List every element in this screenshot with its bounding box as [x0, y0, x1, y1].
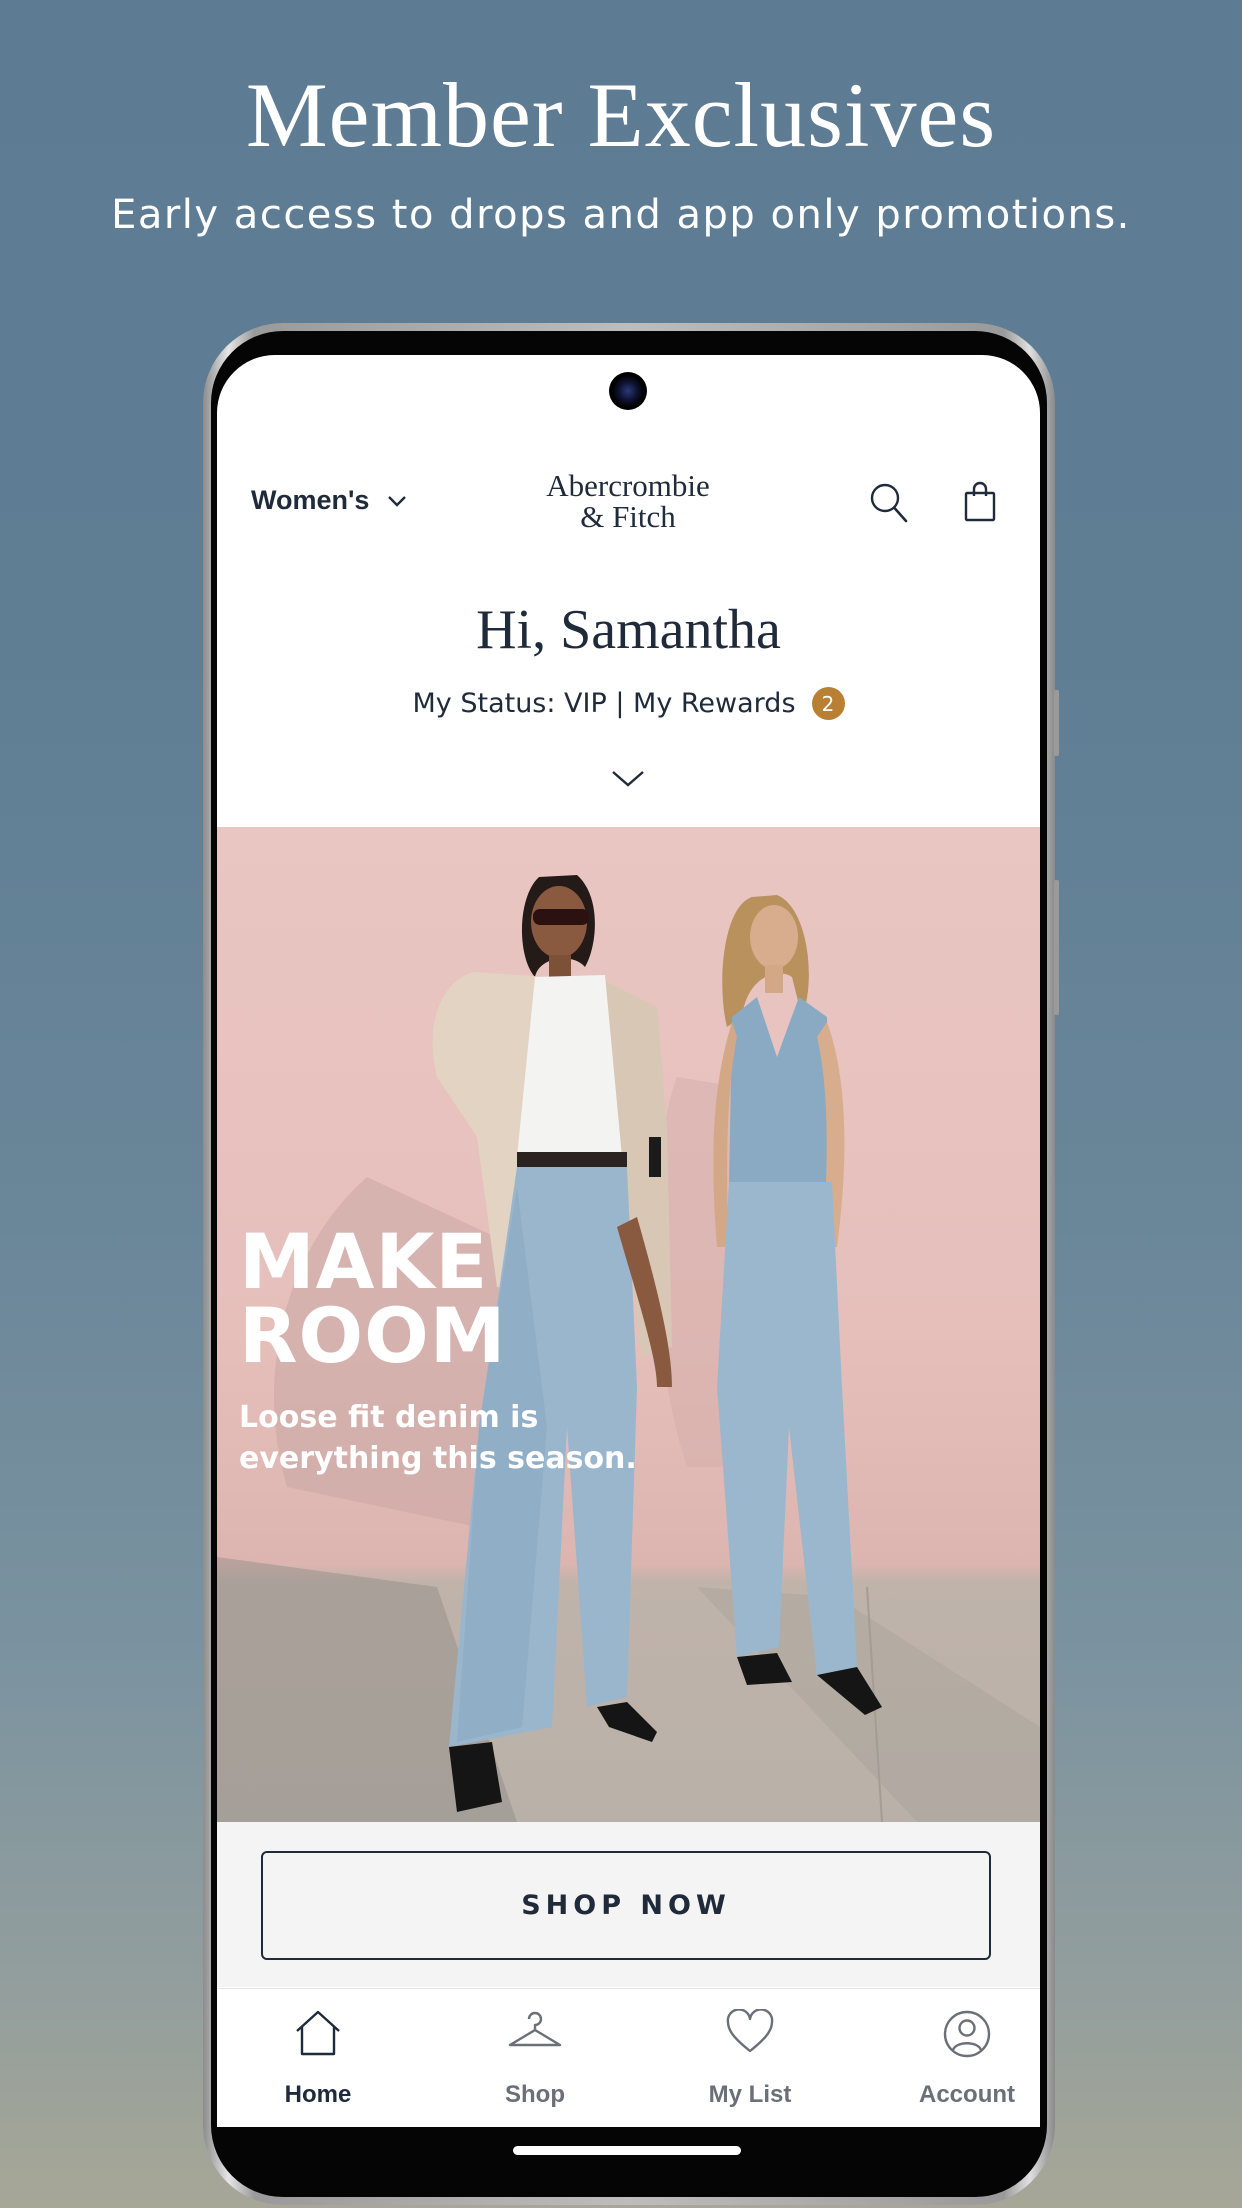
shop-now-button[interactable]: SHOP NOW: [261, 1851, 991, 1960]
department-selector[interactable]: Women's: [251, 485, 407, 516]
expand-chevron-icon[interactable]: [610, 768, 646, 790]
tab-home[interactable]: Home: [218, 1989, 418, 2127]
shopping-bag-icon[interactable]: [963, 481, 997, 523]
cta-section: SHOP NOW: [217, 1822, 1040, 1987]
greeting: Hi, Samantha: [476, 599, 781, 661]
front-camera: [609, 372, 647, 410]
hanger-icon: [508, 2011, 562, 2047]
hero-copy: MAKE ROOM Loose fit denim is everything …: [239, 1217, 659, 1479]
tab-my-list[interactable]: My List: [650, 1989, 850, 2127]
promo-subtitle: Early access to drops and app only promo…: [111, 192, 1131, 238]
logo-line-1: Abercrombie: [546, 468, 710, 503]
home-icon: [296, 2010, 340, 2056]
tab-label: My List: [708, 2081, 792, 2108]
hero-subtext: Loose fit denim is everything this seaso…: [239, 1400, 637, 1476]
home-indicator[interactable]: [513, 2146, 741, 2155]
department-label: Women's: [251, 485, 370, 515]
tab-account[interactable]: Account: [867, 1989, 1040, 2127]
tab-label: Shop: [505, 2081, 565, 2108]
hero-banner[interactable]: MAKE ROOM Loose fit denim is everything …: [217, 827, 1040, 1822]
tab-label: Home: [284, 2081, 352, 2108]
brand-logo[interactable]: Abercrombie & Fitch: [528, 470, 728, 532]
heart-icon: [726, 2009, 774, 2053]
rewards-badge: 2: [811, 687, 845, 720]
hero-headline: MAKE ROOM: [239, 1217, 507, 1380]
tab-shop[interactable]: Shop: [435, 1989, 635, 2127]
search-icon[interactable]: [869, 482, 909, 524]
chevron-down-icon: [388, 495, 407, 507]
app-screen: Women's Abercrombie & Fitch Hi, Samantha…: [217, 355, 1040, 2127]
promo-title: Member Exclusives: [245, 64, 997, 166]
account-icon: [943, 2010, 991, 2058]
bottom-tab-bar: Home Shop My List Account: [217, 1988, 1040, 2127]
logo-line-2: & Fitch: [580, 499, 676, 534]
status-text: My Status: VIP | My Rewards: [412, 688, 796, 719]
member-status[interactable]: My Status: VIP | My Rewards 2: [217, 687, 1040, 720]
tab-label: Account: [919, 2081, 1015, 2108]
